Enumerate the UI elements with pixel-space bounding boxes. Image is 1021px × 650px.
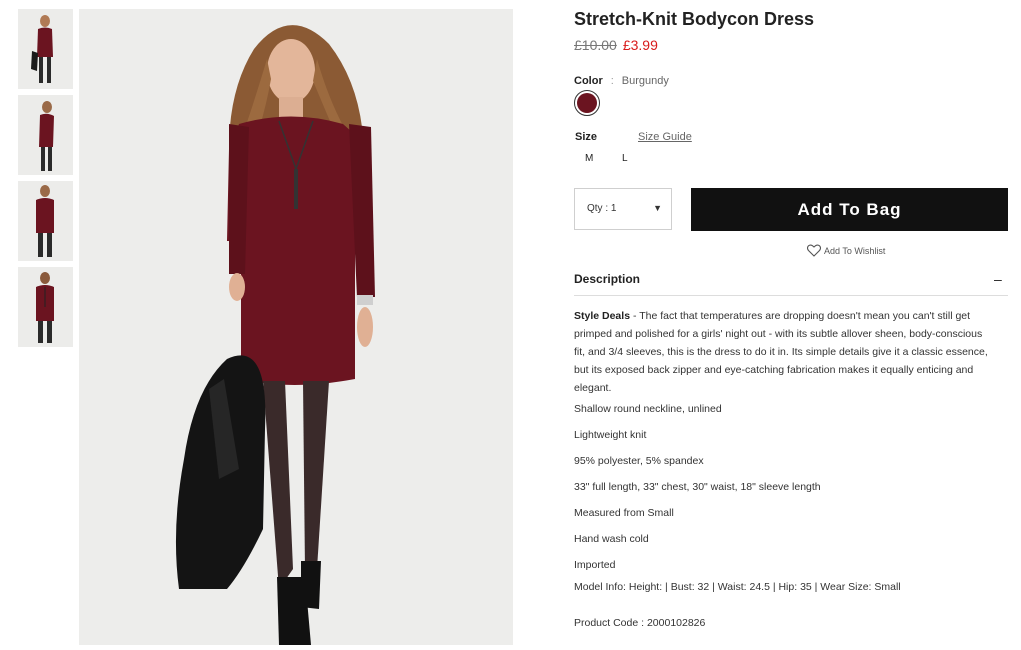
spec-line: Imported — [574, 559, 616, 571]
style-deals-paragraph: Style Deals - The fact that temperatures… — [574, 307, 994, 397]
thumbnail-side[interactable] — [18, 95, 73, 175]
chevron-down-icon: ▼ — [653, 203, 662, 213]
wishlist-label: Add To Wishlist — [824, 245, 886, 256]
spec-line: Measured from Small — [574, 507, 674, 519]
size-guide-link[interactable]: Size Guide — [638, 131, 692, 143]
heart-icon — [807, 244, 821, 257]
color-label: Color — [574, 75, 603, 87]
model-info: Model Info: Height: | Bust: 32 | Waist: … — [574, 581, 901, 593]
description-heading: Description — [574, 272, 641, 286]
thumbnail-list — [18, 9, 74, 353]
spec-line: Hand wash cold — [574, 533, 649, 545]
size-option-l[interactable]: L — [622, 153, 628, 164]
color-value: Burgundy — [621, 75, 669, 87]
collapse-icon[interactable]: – — [994, 271, 1002, 287]
quantity-value: Qty : 1 — [587, 203, 617, 214]
style-deals-text: - The fact that temperatures are droppin… — [574, 310, 988, 394]
quantity-select[interactable]: Qty : 1 ▼ — [574, 188, 672, 230]
color-separator: : — [610, 75, 614, 87]
divider — [574, 295, 1008, 296]
add-to-bag-button[interactable]: Add To Bag — [691, 188, 1008, 231]
original-price: £10.00 — [574, 37, 617, 53]
size-option-m[interactable]: M — [585, 153, 593, 164]
product-code: Product Code : 2000102826 — [574, 617, 706, 629]
thumbnail-front[interactable] — [18, 181, 73, 261]
thumbnail-front-jacket[interactable] — [18, 9, 73, 89]
sale-price: £3.99 — [622, 37, 658, 53]
price-block: £10.00 £3.99 — [574, 37, 658, 53]
swatch-fill — [577, 93, 597, 113]
thumbnail-back[interactable] — [18, 267, 73, 347]
product-title: Stretch-Knit Bodycon Dress — [574, 9, 815, 29]
spec-line: 33" full length, 33" chest, 30" waist, 1… — [574, 481, 821, 493]
spec-line: 95% polyester, 5% spandex — [574, 455, 704, 467]
color-row: Color: Burgundy — [574, 75, 669, 87]
spec-line: Shallow round neckline, unlined — [574, 403, 722, 415]
style-deals-label: Style Deals — [574, 310, 631, 322]
spec-line: Lightweight knit — [574, 429, 647, 441]
main-product-image[interactable] — [79, 9, 513, 645]
size-label: Size — [575, 131, 598, 143]
add-to-wishlist-link[interactable]: Add To Wishlist — [807, 244, 885, 257]
color-swatch-burgundy[interactable] — [574, 90, 600, 116]
